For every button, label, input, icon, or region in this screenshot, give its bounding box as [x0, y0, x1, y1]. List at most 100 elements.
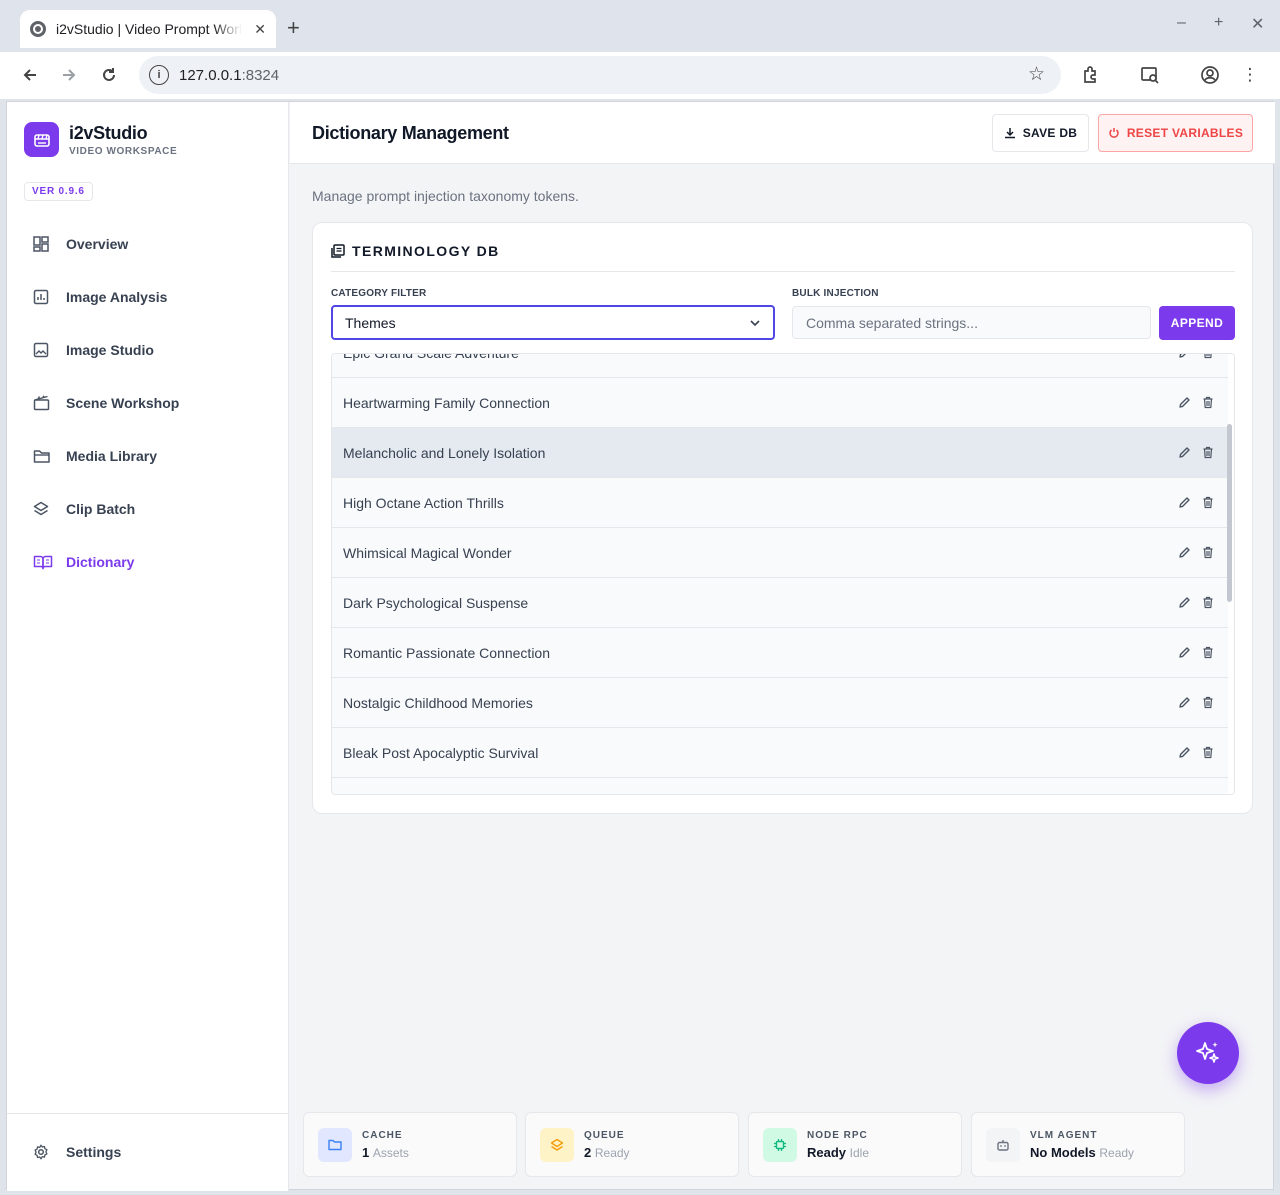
status-label: NODE RPC: [807, 1129, 868, 1141]
sidebar-item-scene-workshop[interactable]: Scene Workshop: [27, 383, 277, 423]
chevron-down-icon: [750, 319, 760, 326]
back-icon[interactable]: [17, 62, 43, 88]
sidebar-item-label: Settings: [66, 1144, 122, 1160]
status-card-node-rpc: NODE RPC Ready Idle: [748, 1112, 962, 1177]
ai-assistant-button[interactable]: [1177, 1022, 1239, 1084]
list-item[interactable]: Bleak Post Apocalyptic Survival: [332, 728, 1228, 778]
status-label: VLM AGENT: [1030, 1129, 1098, 1141]
folder-icon: [318, 1127, 352, 1162]
edit-pencil-icon[interactable]: [1178, 696, 1191, 709]
list-item[interactable]: High Octane Action Thrills: [332, 478, 1228, 528]
edit-pencil-icon[interactable]: [1178, 546, 1191, 559]
list-scrollbar[interactable]: [1227, 424, 1232, 602]
row-actions: [1178, 596, 1217, 609]
folder-icon: [27, 446, 59, 466]
list-item[interactable]: Whimsical Magical Wonder: [332, 528, 1228, 578]
sidebar-item-media-library[interactable]: Media Library: [27, 436, 277, 476]
delete-trash-icon[interactable]: [1201, 354, 1214, 359]
close-window-icon[interactable]: ✕: [1251, 14, 1264, 34]
layers-icon: [540, 1127, 574, 1162]
edit-pencil-icon[interactable]: [1178, 354, 1191, 359]
edit-pencil-icon[interactable]: [1178, 596, 1191, 609]
sidebar-item-image-studio[interactable]: Image Studio: [27, 330, 277, 370]
delete-trash-icon[interactable]: [1201, 446, 1214, 459]
minimize-icon[interactable]: –: [1177, 14, 1186, 32]
delete-trash-icon[interactable]: [1201, 546, 1214, 559]
power-icon: [1109, 128, 1119, 138]
maximize-icon[interactable]: +: [1214, 14, 1223, 32]
list-item[interactable]: Dark Psychological Suspense: [332, 578, 1228, 628]
delete-trash-icon[interactable]: [1201, 746, 1214, 759]
list-item[interactable]: Melancholic and Lonely Isolation: [332, 428, 1228, 478]
close-tab-icon[interactable]: ✕: [254, 21, 266, 38]
delete-trash-icon[interactable]: [1201, 696, 1214, 709]
sidebar-item-label: Clip Batch: [66, 501, 136, 517]
sidebar: i2vStudio VIDEO WORKSPACE VER 0.9.6 Over…: [7, 102, 289, 1191]
sidebar-item-label: Scene Workshop: [66, 395, 180, 411]
sidebar-item-label: Media Library: [66, 448, 158, 464]
terminology-list[interactable]: Epic Grand Scale Adventure Heartwarming F…: [331, 353, 1235, 795]
image-icon: [27, 340, 59, 360]
forward-icon[interactable]: [56, 62, 82, 88]
app-window: i2vStudio VIDEO WORKSPACE VER 0.9.6 Over…: [6, 101, 1275, 1191]
sidebar-item-label: Image Analysis: [66, 289, 168, 305]
bulk-injection-input[interactable]: [792, 306, 1151, 339]
sidebar-item-overview[interactable]: Overview: [27, 224, 277, 264]
sidebar-divider: [7, 1113, 289, 1114]
delete-trash-icon[interactable]: [1201, 596, 1214, 609]
list-item[interactable]: Epic Grand Scale Adventure: [332, 354, 1228, 378]
list-item-label: Epic Grand Scale Adventure: [343, 354, 519, 361]
status-card-cache: CACHE 1 Assets: [303, 1112, 517, 1177]
status-label: CACHE: [362, 1129, 403, 1141]
site-info-icon[interactable]: i: [149, 65, 169, 85]
address-bar[interactable]: i 127.0.0.1:8324 ☆: [139, 56, 1061, 94]
row-actions: [1178, 496, 1217, 509]
chart-icon: [27, 287, 59, 307]
chip-icon: [763, 1127, 797, 1162]
profile-icon[interactable]: [1199, 64, 1221, 86]
list-item-label: Romantic Passionate Connection: [343, 644, 551, 661]
row-actions: [1178, 396, 1217, 409]
page-title: Dictionary Management: [312, 123, 509, 143]
delete-trash-icon[interactable]: [1201, 646, 1214, 659]
bookmark-star-icon[interactable]: ☆: [1028, 63, 1045, 86]
status-value: No Models Ready: [1030, 1144, 1135, 1160]
edit-pencil-icon[interactable]: [1178, 646, 1191, 659]
book-icon: [27, 552, 59, 572]
list-item[interactable]: Heartwarming Family Connection: [332, 378, 1228, 428]
delete-trash-icon[interactable]: [1201, 396, 1214, 409]
menu-kebab-icon[interactable]: ⋮: [1239, 64, 1261, 86]
category-filter-label: CATEGORY FILTER: [331, 288, 427, 299]
save-db-button[interactable]: SAVE DB: [992, 114, 1089, 152]
list-item[interactable]: Romantic Passionate Connection: [332, 628, 1228, 678]
category-filter-select[interactable]: Themes: [331, 305, 775, 340]
reload-icon[interactable]: [96, 62, 122, 88]
row-actions: [1178, 446, 1217, 459]
reset-variables-button[interactable]: RESET VARIABLES: [1098, 114, 1253, 152]
append-button[interactable]: APPEND: [1159, 306, 1235, 340]
new-tab-icon[interactable]: +: [287, 15, 300, 41]
brand[interactable]: i2vStudio VIDEO WORKSPACE: [24, 122, 177, 157]
sidebar-item-settings[interactable]: Settings: [27, 1132, 277, 1172]
list-item-label: Dark Psychological Suspense: [343, 594, 529, 611]
browser-tab[interactable]: i2vStudio | Video Prompt Workshop ✕: [20, 10, 276, 48]
terminology-card: TERMINOLOGY DB CATEGORY FILTER Themes BU…: [312, 222, 1253, 814]
edit-pencil-icon[interactable]: [1178, 496, 1191, 509]
sidebar-item-image-analysis[interactable]: Image Analysis: [27, 277, 277, 317]
edit-pencil-icon[interactable]: [1178, 746, 1191, 759]
delete-trash-icon[interactable]: [1201, 496, 1214, 509]
globe-icon: [30, 21, 46, 37]
extensions-icon[interactable]: [1080, 64, 1102, 86]
tab-search-icon[interactable]: [1139, 64, 1161, 86]
page-header: Dictionary Management SAVE DB RESET VARI…: [290, 102, 1275, 164]
edit-pencil-icon[interactable]: [1178, 446, 1191, 459]
sparkles-icon: [1196, 1042, 1219, 1063]
sidebar-item-clip-batch[interactable]: Clip Batch: [27, 489, 277, 529]
download-icon: [1004, 128, 1015, 139]
list-item[interactable]: Nostalgic Childhood Memories: [332, 678, 1228, 728]
card-divider: [331, 271, 1235, 272]
sidebar-item-dictionary[interactable]: Dictionary: [27, 542, 277, 582]
status-card-vlm-agent: VLM AGENT No Models Ready: [971, 1112, 1185, 1177]
edit-pencil-icon[interactable]: [1178, 396, 1191, 409]
category-filter-value: Themes: [345, 314, 396, 331]
